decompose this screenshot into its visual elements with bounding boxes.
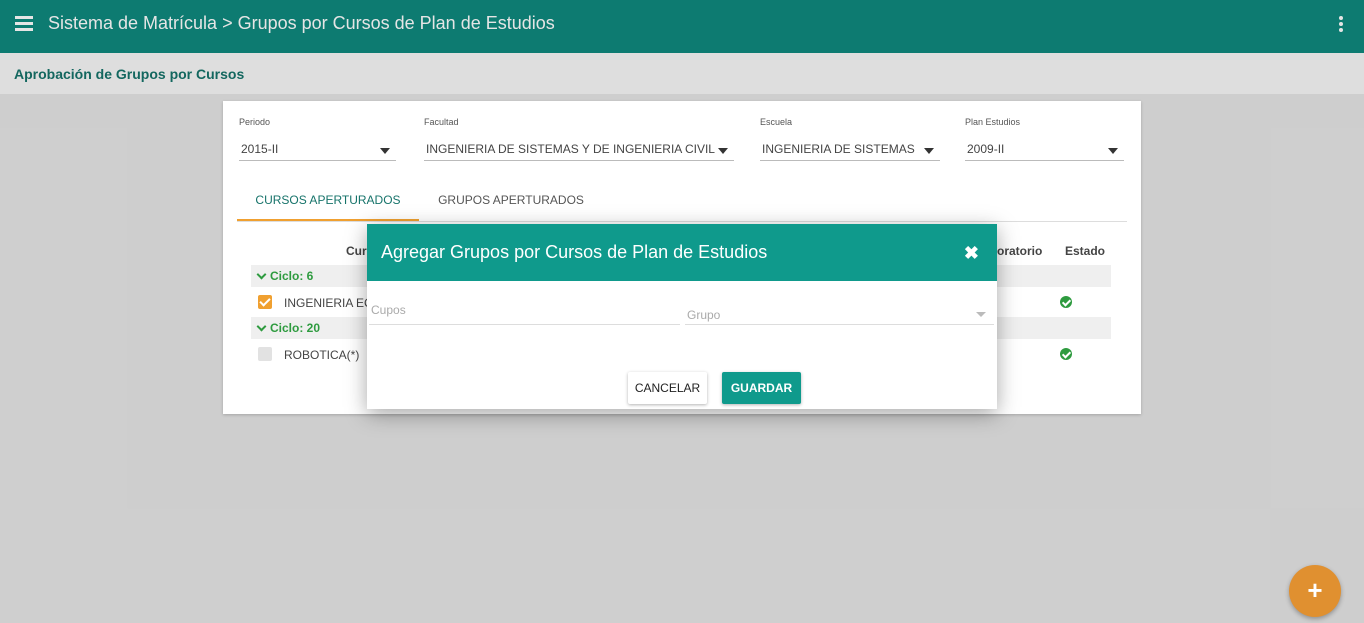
save-button[interactable]: GUARDAR (722, 372, 801, 404)
chevron-down-icon (256, 269, 267, 280)
header-laboratorio: oratorio (997, 244, 1043, 258)
filter-plan-label: Plan Estudios (965, 117, 1021, 127)
escuela-value: INGENIERIA DE SISTEMAS (762, 142, 915, 156)
add-group-dialog: Agregar Grupos por Cursos de Plan de Est… (367, 224, 997, 409)
course-name: INGENIERIA EC (284, 296, 373, 310)
cupos-placeholder: Cupos (371, 303, 406, 317)
filter-periodo-label: Periodo (239, 117, 271, 127)
plan-value: 2009-II (967, 142, 1005, 156)
course-checkbox[interactable] (258, 347, 272, 361)
add-icon[interactable]: + (1289, 565, 1341, 617)
filter-facultad-label: Facultad (424, 117, 459, 127)
dropdown-arrow-icon (924, 148, 934, 154)
plan-select[interactable]: 2009-II (965, 137, 1124, 161)
periodo-value: 2015-II (241, 142, 279, 156)
group-label: Ciclo: 20 (270, 321, 321, 335)
dropdown-arrow-icon (718, 148, 728, 154)
filter-escuela: Escuela INGENIERIA DE SISTEMAS (760, 117, 940, 161)
filter-periodo: Periodo 2015-II (239, 117, 396, 161)
group-ciclo-20[interactable]: Ciclo: 20 (256, 321, 321, 335)
dialog-header: Agregar Grupos por Cursos de Plan de Est… (367, 224, 997, 281)
escuela-select[interactable]: INGENIERIA DE SISTEMAS (760, 137, 940, 161)
grupo-placeholder: Grupo (687, 308, 721, 322)
filter-facultad: Facultad INGENIERIA DE SISTEMAS Y DE ING… (424, 117, 734, 161)
group-label: Ciclo: 6 (270, 269, 314, 283)
dropdown-arrow-icon (380, 148, 390, 154)
cupos-input[interactable]: Cupos (369, 281, 680, 325)
header-curso: Cur (346, 244, 367, 258)
tabs-bar: CURSOS APERTURADOS GRUPOS APERTURADOS (237, 185, 1127, 222)
tab-grupos-aperturados[interactable]: GRUPOS APERTURADOS (429, 185, 593, 221)
group-ciclo-6[interactable]: Ciclo: 6 (256, 269, 314, 283)
cancel-button[interactable]: CANCELAR (628, 372, 707, 404)
periodo-select[interactable]: 2015-II (239, 137, 396, 161)
grupo-select[interactable]: Grupo (685, 281, 994, 325)
facultad-select[interactable]: INGENIERIA DE SISTEMAS Y DE INGENIERIA C… (424, 137, 734, 161)
course-name: ROBOTICA(*) (284, 348, 360, 362)
check-circle-icon (1060, 296, 1072, 308)
check-circle-icon (1060, 348, 1072, 360)
dialog-title: Agregar Grupos por Cursos de Plan de Est… (381, 242, 768, 262)
filter-plan: Plan Estudios 2009-II (965, 117, 1124, 161)
dropdown-arrow-icon (1108, 148, 1118, 154)
dropdown-arrow-icon (976, 312, 986, 317)
facultad-value: INGENIERIA DE SISTEMAS Y DE INGENIERIA C… (426, 142, 715, 156)
tab-cursos-aperturados[interactable]: CURSOS APERTURADOS (237, 185, 419, 221)
course-checkbox[interactable] (258, 295, 272, 309)
chevron-down-icon (256, 321, 267, 332)
filter-escuela-label: Escuela (760, 117, 793, 127)
close-icon[interactable]: ✖ (964, 243, 979, 263)
header-estado: Estado (1065, 244, 1106, 258)
